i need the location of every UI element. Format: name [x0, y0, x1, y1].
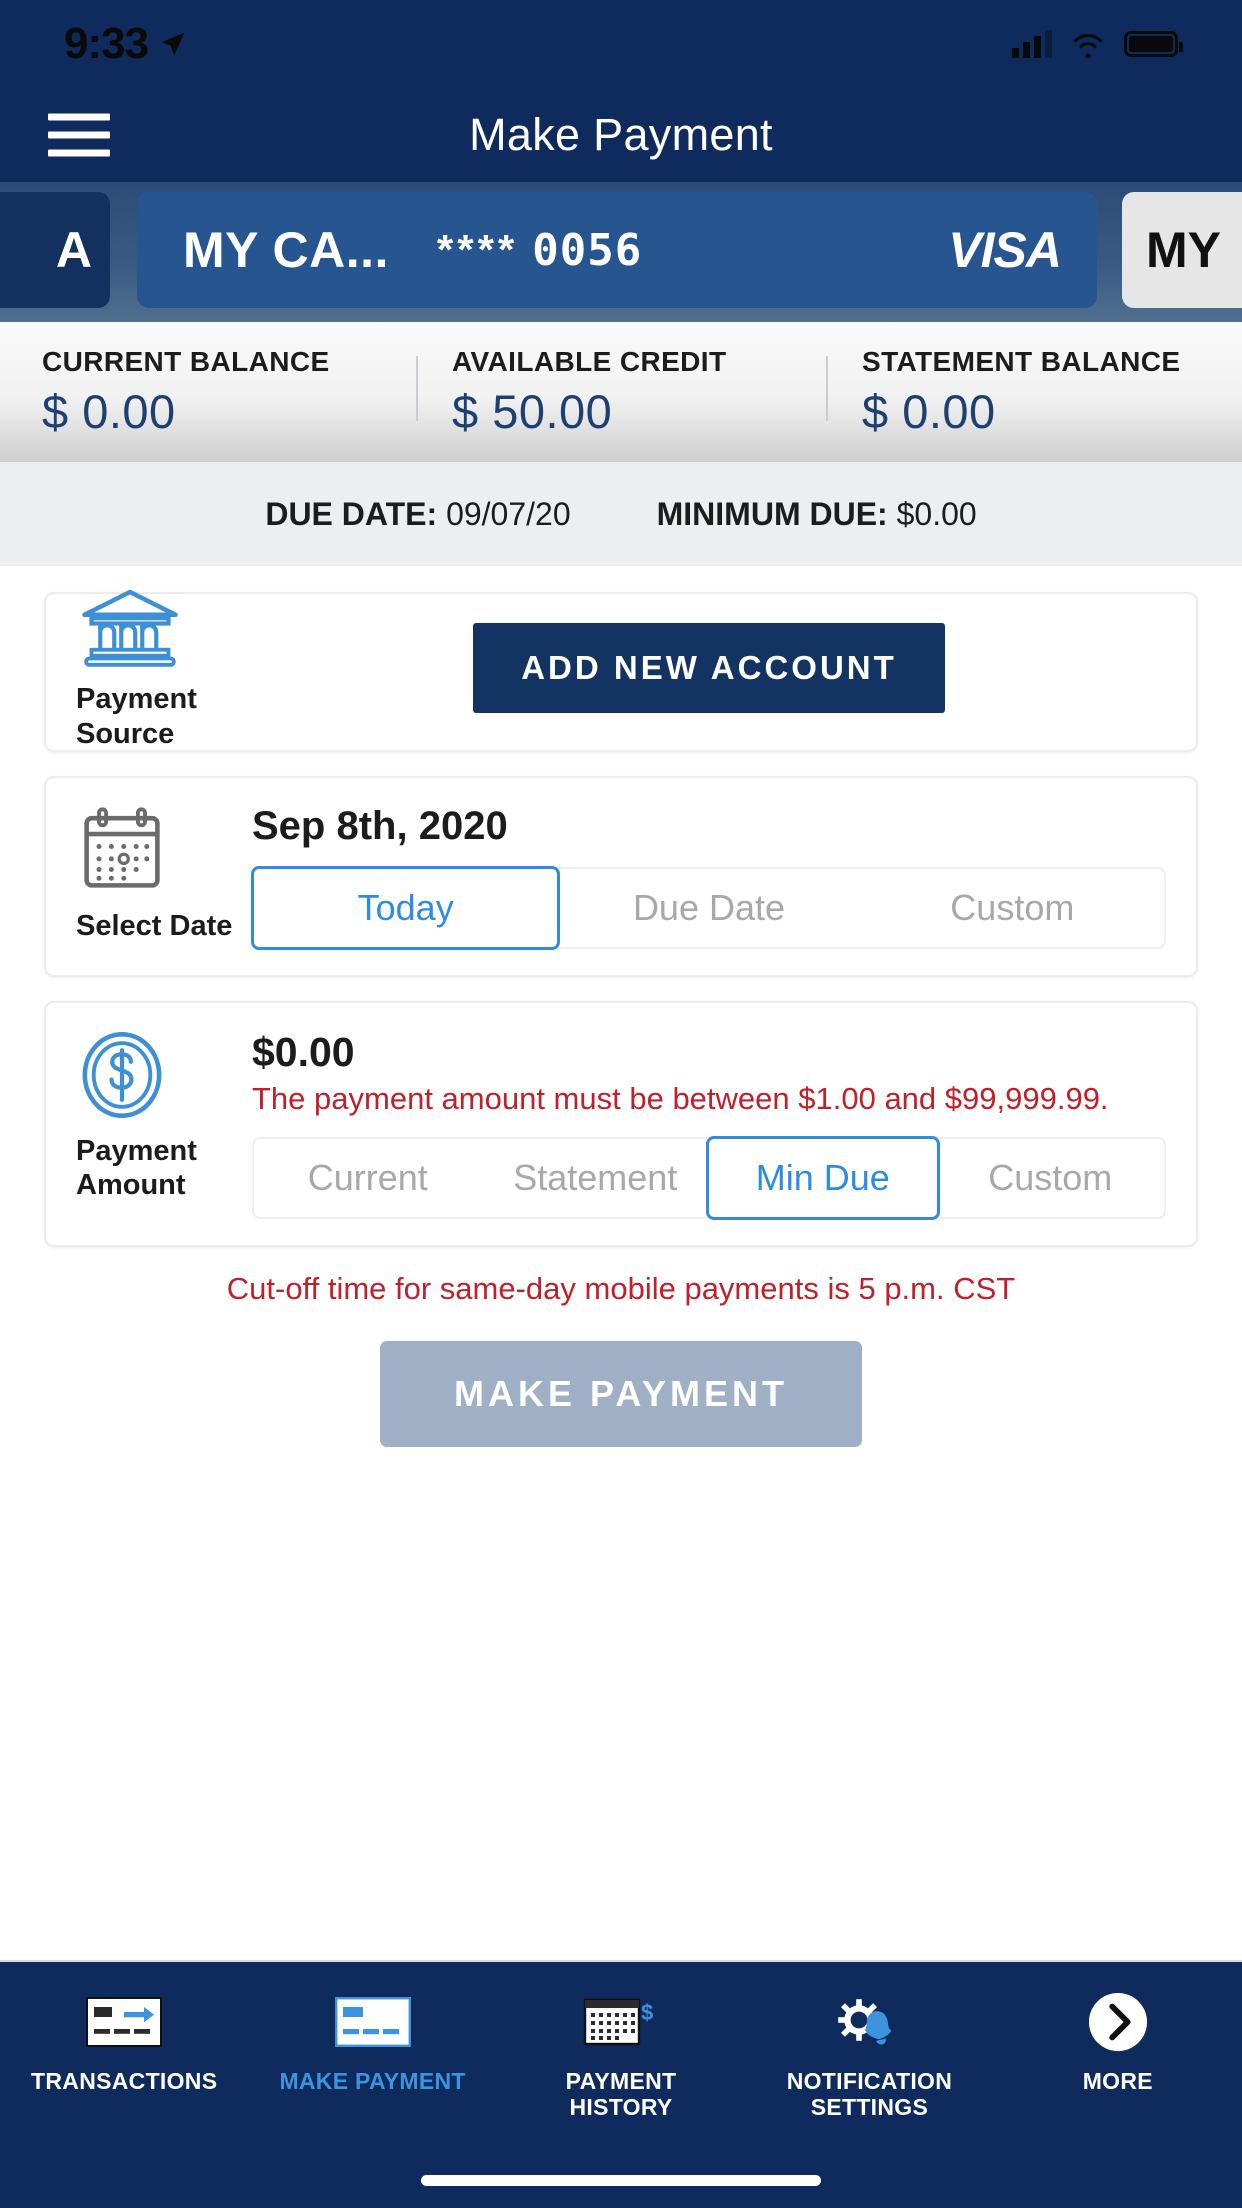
- svg-text:$: $: [641, 2000, 653, 2025]
- amount-option-current[interactable]: Current: [254, 1138, 482, 1217]
- cellular-signal-icon: [1012, 30, 1052, 58]
- wifi-icon: [1073, 33, 1103, 58]
- payment-source-label-line2: Source: [76, 717, 175, 750]
- payment-amount-label-line1: Payment: [76, 1135, 197, 1167]
- balance-cell-statement: STATEMENT BALANCE $ 0.00: [826, 346, 1236, 439]
- status-bar-right: [1012, 30, 1183, 58]
- calendar-dollar-icon: $: [583, 1990, 659, 2054]
- battery-full-icon: [1124, 31, 1183, 57]
- payment-source-body: ADD NEW ACCOUNT: [252, 623, 1166, 713]
- tab-label-notification-settings: NOTIFICATION SETTINGS: [787, 2068, 952, 2121]
- amount-option-group: Current Statement Min Due Custom: [252, 1135, 1166, 1220]
- payment-amount-body: $0.00 The payment amount must be between…: [252, 1029, 1166, 1220]
- main-content: Payment Source ADD NEW ACCOUNT Select Da…: [0, 566, 1242, 1447]
- cutoff-notice: Cut-off time for same-day mobile payment…: [226, 1270, 1016, 1306]
- balance-value: $ 0.00: [42, 384, 176, 438]
- select-date-body: Sep 8th, 2020 Today Due Date Custom: [251, 804, 1166, 950]
- balance-label: STATEMENT BALANCE: [862, 345, 1181, 377]
- make-payment-button[interactable]: MAKE PAYMENT: [379, 1340, 863, 1447]
- hamburger-menu-icon[interactable]: [48, 113, 110, 157]
- date-option-group: Today Due Date Custom: [251, 866, 1166, 950]
- card-carousel[interactable]: A MY CA... **** 0056 VISA MY: [0, 182, 1242, 322]
- navigation-bar: Make Payment: [0, 88, 1242, 182]
- payment-source-icon-group: Payment Source: [76, 585, 252, 750]
- tab-make-payment[interactable]: MAKE PAYMENT: [248, 1990, 496, 2094]
- card-previous-name: A: [55, 222, 92, 278]
- card-payment-icon: [334, 1990, 411, 2054]
- payment-amount-error: The payment amount must be between $1.00…: [252, 1081, 1109, 1116]
- card-next-name: MY: [1146, 222, 1221, 278]
- tab-payment-history[interactable]: $ PAYMENT HISTORY: [497, 1990, 745, 2121]
- card-next[interactable]: MY: [1122, 192, 1242, 308]
- add-new-account-button[interactable]: ADD NEW ACCOUNT: [473, 623, 945, 713]
- balance-label: CURRENT BALANCE: [42, 345, 330, 377]
- card-active-number: **** 0056: [437, 225, 642, 276]
- card-arrow-icon: [86, 1990, 163, 2054]
- balance-cell-available-credit: AVAILABLE CREDIT $ 50.00: [416, 346, 826, 439]
- minimum-due-label: MINIMUM DUE:: [656, 495, 888, 532]
- tab-label-payment-history: PAYMENT HISTORY: [566, 2068, 677, 2121]
- tab-label-more: MORE: [1082, 2068, 1153, 2094]
- chevron-right-circle-icon: [1087, 1990, 1149, 2054]
- payment-amount-label-line2: Amount: [76, 1169, 186, 1202]
- tab-more[interactable]: MORE: [994, 1990, 1242, 2094]
- date-option-due-date[interactable]: Due Date: [557, 869, 861, 947]
- card-number-mask: ****: [436, 226, 519, 273]
- tab-label-transactions: TRANSACTIONS: [31, 2068, 218, 2094]
- bottom-tab-bar: TRANSACTIONS MAKE PAYMENT $ PAYMENT HIST…: [0, 1960, 1242, 2208]
- card-previous[interactable]: A: [0, 192, 110, 308]
- payment-amount-label: Payment Amount: [76, 1134, 252, 1202]
- card-active-info: MY CA... **** 0056: [183, 221, 642, 279]
- visa-logo-icon: VISA: [948, 222, 1062, 278]
- dollar-coin-icon: [82, 1032, 162, 1118]
- tab-notification-settings[interactable]: NOTIFICATION SETTINGS: [745, 1990, 993, 2121]
- balance-summary: CURRENT BALANCE $ 0.00 AVAILABLE CREDIT …: [0, 322, 1242, 462]
- payment-source-panel: Payment Source ADD NEW ACCOUNT: [44, 590, 1198, 752]
- tab-label-line1: PAYMENT: [565, 2068, 677, 2094]
- gear-bell-icon: [831, 1990, 907, 2054]
- payment-amount-icon-group: Payment Amount: [76, 1029, 252, 1202]
- select-date-icon-group: Select Date: [76, 804, 252, 943]
- selected-date-value: Sep 8th, 2020: [252, 804, 508, 848]
- date-option-today[interactable]: Today: [251, 866, 561, 950]
- status-bar-left: 9:33: [64, 19, 188, 69]
- calendar-icon: [84, 807, 160, 888]
- card-active[interactable]: MY CA... **** 0056 VISA: [137, 192, 1097, 308]
- tab-transactions[interactable]: TRANSACTIONS: [0, 1990, 248, 2094]
- bank-building-icon: [82, 590, 178, 668]
- tab-label-line2: SETTINGS: [810, 2094, 929, 2121]
- due-info-bar: DUE DATE: 09/07/20 MINIMUM DUE: $0.00: [0, 462, 1242, 566]
- payment-source-label-line1: Payment: [76, 683, 197, 716]
- card-active-name: MY CA...: [183, 222, 389, 278]
- date-option-custom[interactable]: Custom: [860, 869, 1164, 947]
- select-date-label: Select Date: [76, 910, 233, 942]
- amount-option-min-due[interactable]: Min Due: [706, 1135, 940, 1220]
- balance-cell-current: CURRENT BALANCE $ 0.00: [6, 346, 416, 439]
- submit-button-wrap: MAKE PAYMENT: [44, 1340, 1198, 1447]
- amount-option-statement[interactable]: Statement: [481, 1138, 709, 1217]
- home-indicator: [421, 2175, 821, 2186]
- select-date-panel: Select Date Sep 8th, 2020 Today Due Date…: [44, 776, 1198, 977]
- status-bar-time: 9:33: [64, 19, 149, 68]
- payment-source-label: Payment Source: [76, 682, 252, 750]
- status-bar: 9:33: [0, 0, 1242, 88]
- due-date-value: 09/07/20: [446, 495, 571, 532]
- payment-amount-value[interactable]: $0.00: [252, 1029, 1166, 1076]
- balance-value: $ 50.00: [452, 384, 613, 438]
- tab-label-line2: HISTORY: [569, 2094, 673, 2121]
- tab-label-line1: NOTIFICATION: [786, 2068, 953, 2094]
- balance-value: $ 0.00: [862, 384, 996, 438]
- due-date-label: DUE DATE:: [265, 495, 438, 532]
- due-date: DUE DATE: 09/07/20: [265, 496, 570, 533]
- location-arrow-icon: [161, 32, 185, 56]
- balance-label: AVAILABLE CREDIT: [452, 345, 727, 377]
- payment-amount-panel: Payment Amount $0.00 The payment amount …: [44, 1001, 1198, 1247]
- page-title: Make Payment: [469, 109, 773, 160]
- minimum-due: MINIMUM DUE: $0.00: [657, 496, 977, 533]
- amount-option-custom[interactable]: Custom: [936, 1138, 1164, 1217]
- minimum-due-value: $0.00: [896, 495, 977, 532]
- card-number-last4: 0056: [532, 224, 643, 276]
- tab-label-make-payment: MAKE PAYMENT: [279, 2068, 466, 2094]
